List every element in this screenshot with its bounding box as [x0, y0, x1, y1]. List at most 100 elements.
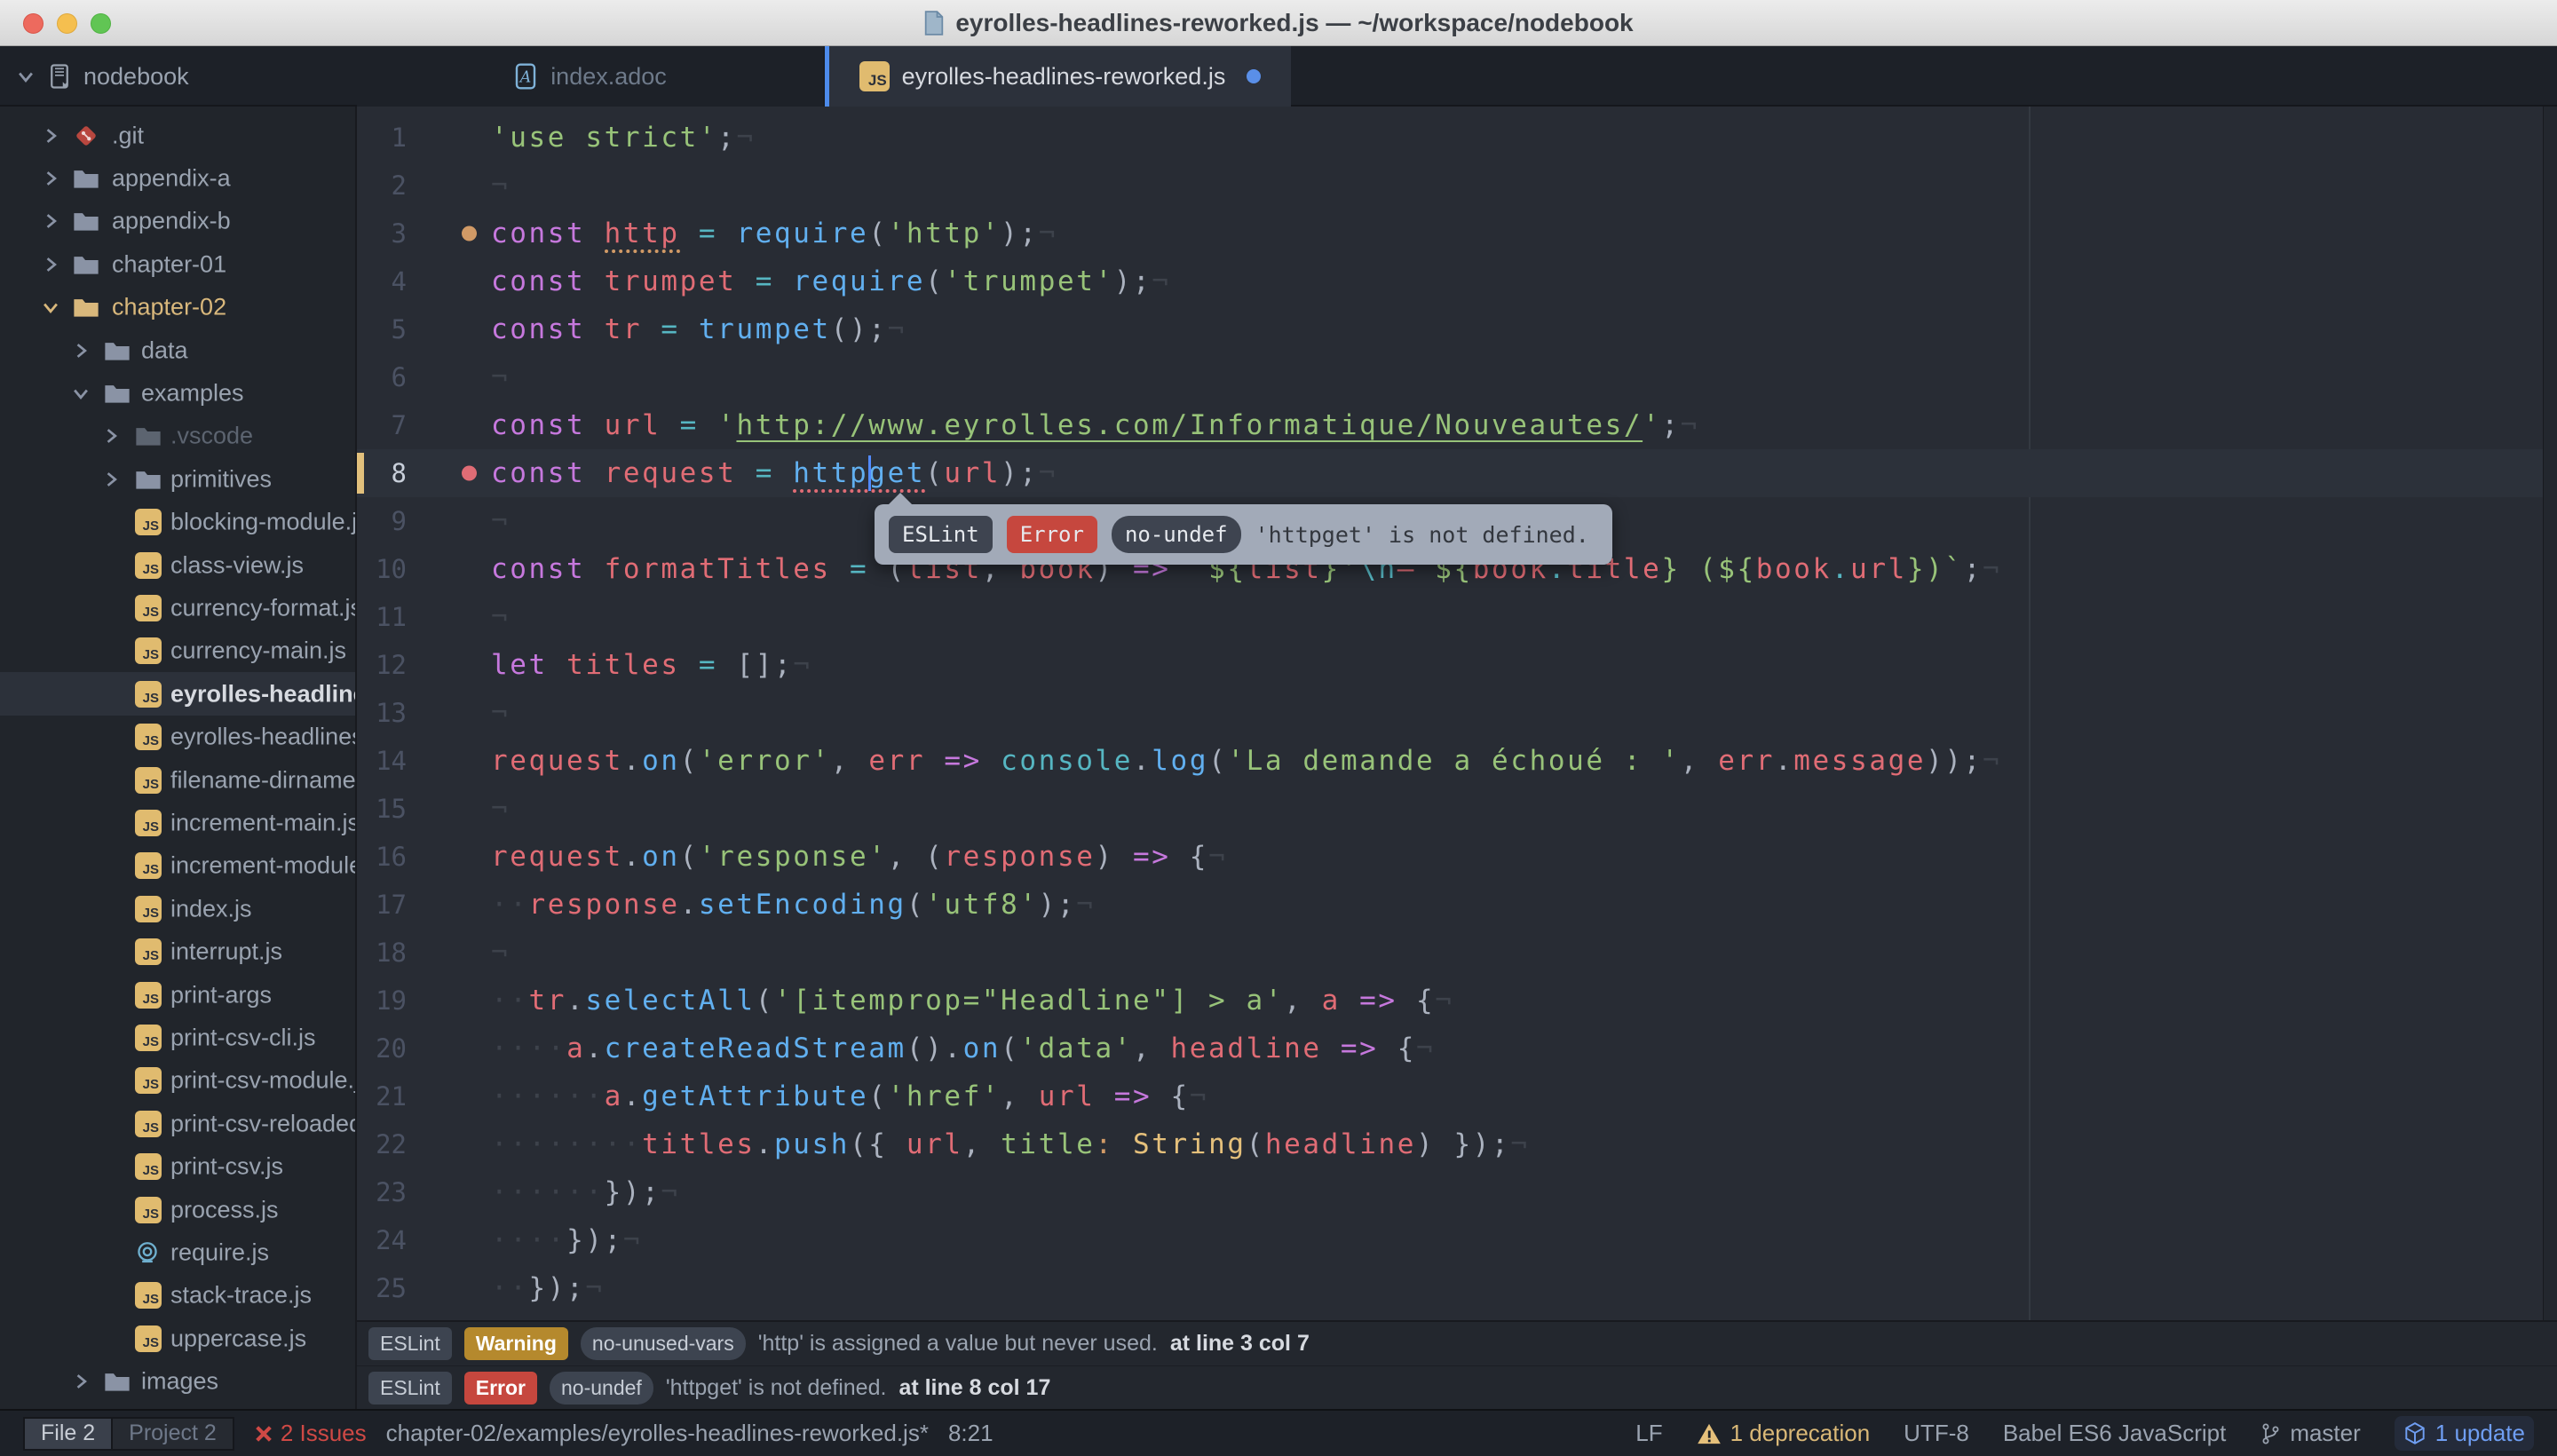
- window-titlebar: eyrolles-headlines-reworked.js — ~/works…: [0, 0, 2557, 46]
- issues-count[interactable]: 2 Issues: [254, 1420, 367, 1447]
- file-path[interactable]: chapter-02/examples/eyrolles-headlines-r…: [386, 1420, 929, 1447]
- lint-rule-badge[interactable]: no-undef: [550, 1372, 653, 1405]
- line-ending-indicator[interactable]: LF: [1635, 1420, 1662, 1447]
- chevron-down-icon[interactable]: [71, 384, 91, 403]
- code-line-23[interactable]: 23······});¬: [357, 1168, 2543, 1216]
- tree-item-process-js[interactable]: JSprocess.js: [0, 1188, 357, 1231]
- code-line-20[interactable]: 20····a.createReadStream().on('data', he…: [357, 1025, 2543, 1072]
- lint-rule-badge[interactable]: no-undef: [1112, 516, 1241, 553]
- minimize-window-button[interactable]: [57, 13, 77, 34]
- code-line-14[interactable]: 14request.on('error', err => console.log…: [357, 737, 2543, 785]
- lint-issue-row[interactable]: ESLintErrorno-undef'httpget' is not defi…: [357, 1365, 2557, 1409]
- chevron-right-icon[interactable]: [41, 211, 60, 231]
- chevron-right-icon[interactable]: [71, 1372, 91, 1391]
- tree-item-currency-main-js[interactable]: JScurrency-main.js: [0, 629, 357, 673]
- line-number: 17: [357, 881, 407, 929]
- code-line-3[interactable]: 3const http = require('http');¬: [357, 210, 2543, 257]
- tree-item-appendix-a[interactable]: appendix-a: [0, 156, 357, 200]
- code-line-18[interactable]: 18¬: [357, 929, 2543, 977]
- deprecation-indicator[interactable]: 1 deprecation: [1697, 1420, 1871, 1447]
- warning-dot-icon[interactable]: [462, 226, 477, 241]
- close-window-button[interactable]: [23, 13, 44, 34]
- chevron-down-icon[interactable]: [16, 67, 36, 86]
- lint-issue-row[interactable]: ESLintWarningno-unused-vars'http' is ass…: [357, 1322, 2557, 1365]
- code-line-22[interactable]: 22········titles.push({ url, title: Stri…: [357, 1120, 2543, 1168]
- code-line-25[interactable]: 25··});¬: [357, 1264, 2543, 1312]
- chevron-right-icon[interactable]: [41, 255, 60, 274]
- tree-item-print-csv-reloaded[interactable]: JSprint-csv-reloaded: [0, 1102, 357, 1145]
- tree-item-uppercase-js[interactable]: JSuppercase.js: [0, 1317, 357, 1360]
- folder-icon: [73, 210, 99, 232]
- code-line-15[interactable]: 15¬: [357, 785, 2543, 833]
- tree-item-interrupt-js[interactable]: JSinterrupt.js: [0, 930, 357, 974]
- code-line-4[interactable]: 4const trumpet = require('trumpet');¬: [357, 257, 2543, 305]
- tree-item-currency-format-js[interactable]: JScurrency-format.js: [0, 586, 357, 629]
- line-number: 16: [357, 833, 407, 881]
- code-line-21[interactable]: 21······a.getAttribute('href', url => {¬: [357, 1072, 2543, 1120]
- git-branch-indicator[interactable]: master: [2260, 1420, 2360, 1447]
- lint-location-link[interactable]: at line 8 col 17: [899, 1375, 1050, 1401]
- tree-item-increment-main-js[interactable]: JSincrement-main.js: [0, 801, 357, 844]
- code-line-17[interactable]: 17··response.setEncoding('utf8');¬: [357, 881, 2543, 929]
- code-line-16[interactable]: 16request.on('response', (response) => {…: [357, 833, 2543, 881]
- code-line-5[interactable]: 5const tr = trumpet();¬: [357, 305, 2543, 353]
- tree-item-eyrolles-headlines-[interactable]: JSeyrolles-headlines.: [0, 716, 357, 759]
- package-updates-indicator[interactable]: 1 update: [2395, 1416, 2534, 1451]
- tree-item-images[interactable]: images: [0, 1360, 357, 1404]
- code-line-2[interactable]: 2¬: [357, 162, 2543, 210]
- tabs-container: A index.adoc JS eyrolles-headlines-rewor…: [357, 46, 1291, 107]
- tree-item-examples[interactable]: examples: [0, 371, 357, 415]
- chevron-right-icon[interactable]: [101, 426, 121, 446]
- tree-item-print-args[interactable]: JSprint-args: [0, 973, 357, 1017]
- lint-location-link[interactable]: at line 3 col 7: [1170, 1331, 1310, 1357]
- issues-scope-file-button[interactable]: File 2: [23, 1417, 113, 1451]
- chevron-right-icon[interactable]: [41, 126, 60, 146]
- editor-scrollbar[interactable]: [2543, 107, 2557, 1320]
- code-line-13[interactable]: 13¬: [357, 689, 2543, 737]
- tree-item-increment-module-[interactable]: JSincrement-module.: [0, 844, 357, 888]
- tree-item-stack-trace-js[interactable]: JSstack-trace.js: [0, 1274, 357, 1318]
- tree-item-require-js[interactable]: require.js: [0, 1230, 357, 1274]
- chevron-right-icon[interactable]: [41, 169, 60, 188]
- chevron-down-icon[interactable]: [41, 297, 60, 317]
- code-line-11[interactable]: 11¬: [357, 593, 2543, 641]
- code-line-19[interactable]: 19··tr.selectAll('[itemprop="Headline"] …: [357, 977, 2543, 1025]
- zoom-window-button[interactable]: [91, 13, 111, 34]
- code-line-7[interactable]: 7const url = 'http://www.eyrolles.com/In…: [357, 401, 2543, 449]
- cursor-position[interactable]: 8:21: [948, 1420, 994, 1447]
- grammar-indicator[interactable]: Babel ES6 JavaScript: [2003, 1420, 2226, 1447]
- tree-item-blocking-module-js[interactable]: JSblocking-module.js: [0, 501, 357, 544]
- code-line-1[interactable]: 1'use strict';¬: [357, 114, 2543, 162]
- tree-item-print-csv-js[interactable]: JSprint-csv.js: [0, 1145, 357, 1189]
- tree-item-class-view-js[interactable]: JSclass-view.js: [0, 543, 357, 587]
- tree-item-data[interactable]: data: [0, 328, 357, 372]
- code-line-8[interactable]: 8const request = httpget(url);¬: [357, 449, 2543, 497]
- tree-item-chapter-02[interactable]: chapter-02: [0, 286, 357, 329]
- tree-item-index-js[interactable]: JSindex.js: [0, 887, 357, 930]
- tree-item-eyrolles-headlines-[interactable]: JSeyrolles-headlines-: [0, 672, 357, 716]
- issues-scope-toggle: File 2 Project 2: [23, 1417, 234, 1451]
- code-area[interactable]: 1'use strict';¬2¬3const http = require('…: [357, 107, 2557, 1320]
- error-dot-icon[interactable]: [462, 466, 477, 481]
- chevron-right-icon[interactable]: [101, 470, 121, 489]
- tree-item-chapter-01[interactable]: chapter-01: [0, 242, 357, 286]
- lint-source-badge: ESLint: [889, 516, 993, 553]
- tree-item-print-csv-module-j[interactable]: JSprint-csv-module.j: [0, 1059, 357, 1103]
- tree-item--vscode[interactable]: .vscode: [0, 415, 357, 458]
- tree-item-print-csv-cli-js[interactable]: JSprint-csv-cli.js: [0, 1016, 357, 1059]
- tab-eyrolles-headlines-reworked[interactable]: JS eyrolles-headlines-reworked.js: [825, 46, 1291, 107]
- tree-item-filename-dirname-j[interactable]: JSfilename-dirname.j: [0, 758, 357, 802]
- issues-scope-project-button[interactable]: Project 2: [113, 1417, 234, 1451]
- chevron-right-icon[interactable]: [71, 341, 91, 360]
- package-updates-label: 1 update: [2435, 1420, 2525, 1447]
- encoding-indicator[interactable]: UTF-8: [1904, 1420, 1969, 1447]
- tree-item-primitives[interactable]: primitives: [0, 457, 357, 501]
- project-root-header[interactable]: nodebook: [0, 46, 357, 107]
- code-line-12[interactable]: 12let titles = [];¬: [357, 641, 2543, 689]
- tab-index-adoc[interactable]: A index.adoc: [357, 46, 825, 107]
- lint-rule-badge[interactable]: no-unused-vars: [581, 1327, 746, 1360]
- tree-item--git[interactable]: .git: [0, 114, 357, 157]
- code-line-24[interactable]: 24····});¬: [357, 1216, 2543, 1264]
- code-line-6[interactable]: 6¬: [357, 353, 2543, 401]
- tree-item-appendix-b[interactable]: appendix-b: [0, 200, 357, 243]
